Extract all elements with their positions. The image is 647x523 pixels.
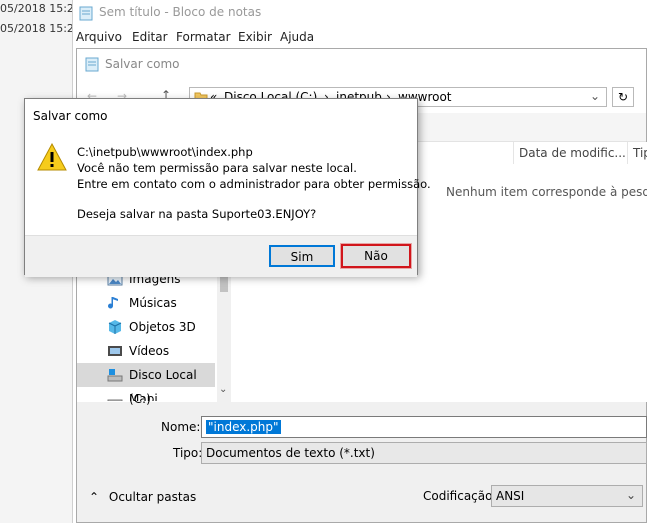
filetype-value: Documentos de texto (*.txt) [206, 446, 375, 460]
column-type[interactable]: Tip [627, 142, 647, 164]
hide-folders-button[interactable]: ⌃ Ocultar pastas [89, 490, 196, 504]
menu-formatar[interactable]: Formatar [176, 30, 231, 44]
filename-input[interactable]: "index.php" [201, 416, 647, 438]
menu-ajuda[interactable]: Ajuda [280, 30, 314, 44]
name-label: Nome: [161, 420, 201, 434]
message-path: C:\inetpub\wwwroot\index.php [77, 145, 253, 159]
menu-arquivo[interactable]: Arquivo [76, 30, 122, 44]
warning-icon [37, 143, 67, 171]
refresh-button[interactable]: ↻ [612, 87, 634, 107]
encoding-select[interactable]: ANSI ⌄ [491, 485, 643, 507]
network-drive-icon [107, 399, 123, 401]
timestamp: 05/2018 15:28 [0, 2, 72, 15]
column-date[interactable]: Data de modific... [513, 142, 626, 164]
3d-objects-icon [108, 320, 122, 334]
filetype-select[interactable]: Documentos de texto (*.txt) [201, 442, 647, 464]
nav-item-objetos-3d[interactable]: Objetos 3D [77, 315, 215, 339]
save-dialog-title: Salvar como [105, 57, 180, 71]
timestamp: 05/2018 15:28 [0, 22, 72, 35]
scroll-down-icon[interactable]: ⌄ [219, 384, 227, 395]
chevron-down-icon: ⌄ [625, 488, 636, 502]
filename-value: "index.php" [206, 420, 281, 434]
menu-exibir[interactable]: Exibir [238, 30, 272, 44]
nav-item-videos[interactable]: Vídeos [77, 339, 215, 363]
message-title: Salvar como [33, 109, 108, 123]
encoding-label: Codificação: [423, 489, 497, 503]
nav-item-musicas[interactable]: Músicas [77, 291, 215, 315]
menu-editar[interactable]: Editar [132, 30, 168, 44]
yes-button[interactable]: Sim [269, 245, 335, 267]
notepad-menubar: Arquivo Editar Formatar Exibir Ajuda [73, 26, 647, 48]
notepad-title: Sem título - Bloco de notas [99, 5, 262, 19]
nav-label: Objetos 3D [129, 320, 196, 334]
save-dialog-titlebar: Salvar como [77, 49, 646, 79]
hide-folders-label: Ocultar pastas [108, 490, 197, 504]
refresh-icon: ↻ [617, 90, 629, 104]
drive-icon [107, 369, 123, 382]
videos-icon [108, 346, 122, 356]
message-question: Deseja salvar na pasta Suporte03.ENJOY? [77, 207, 317, 221]
empty-message: Nenhum item corresponde à pesquisa [446, 185, 647, 199]
message-line: Você não tem permissão para salvar neste… [77, 161, 357, 175]
nav-label: Mapi... (\\SERV [129, 392, 170, 401]
nav-label: Vídeos [129, 344, 170, 358]
nav-label: Músicas [129, 296, 177, 310]
message-line: Entre em contato com o administrador par… [77, 177, 431, 191]
notepad-titlebar: Sem título - Bloco de notas [73, 0, 647, 26]
message-body: C:\inetpub\wwwroot\index.php Você não te… [25, 131, 431, 235]
notepad-icon [79, 6, 93, 21]
type-label: Tipo: [173, 446, 203, 460]
no-button[interactable]: Não [340, 243, 412, 269]
nav-item-network[interactable]: Mapi... (\\SERV [77, 387, 215, 401]
music-icon [108, 297, 118, 309]
permission-message-box: Salvar como C:\inetpub\wwwroot\index.php… [24, 98, 431, 277]
nav-item-disco-local[interactable]: Disco Local (C:) [77, 363, 215, 406]
encoding-value: ANSI [496, 489, 525, 503]
chevron-down-icon[interactable]: ⌄ [590, 89, 600, 103]
message-titlebar: Salvar como [25, 99, 417, 131]
notepad-icon [85, 57, 99, 72]
chevron-up-icon: ⌃ [89, 490, 100, 504]
